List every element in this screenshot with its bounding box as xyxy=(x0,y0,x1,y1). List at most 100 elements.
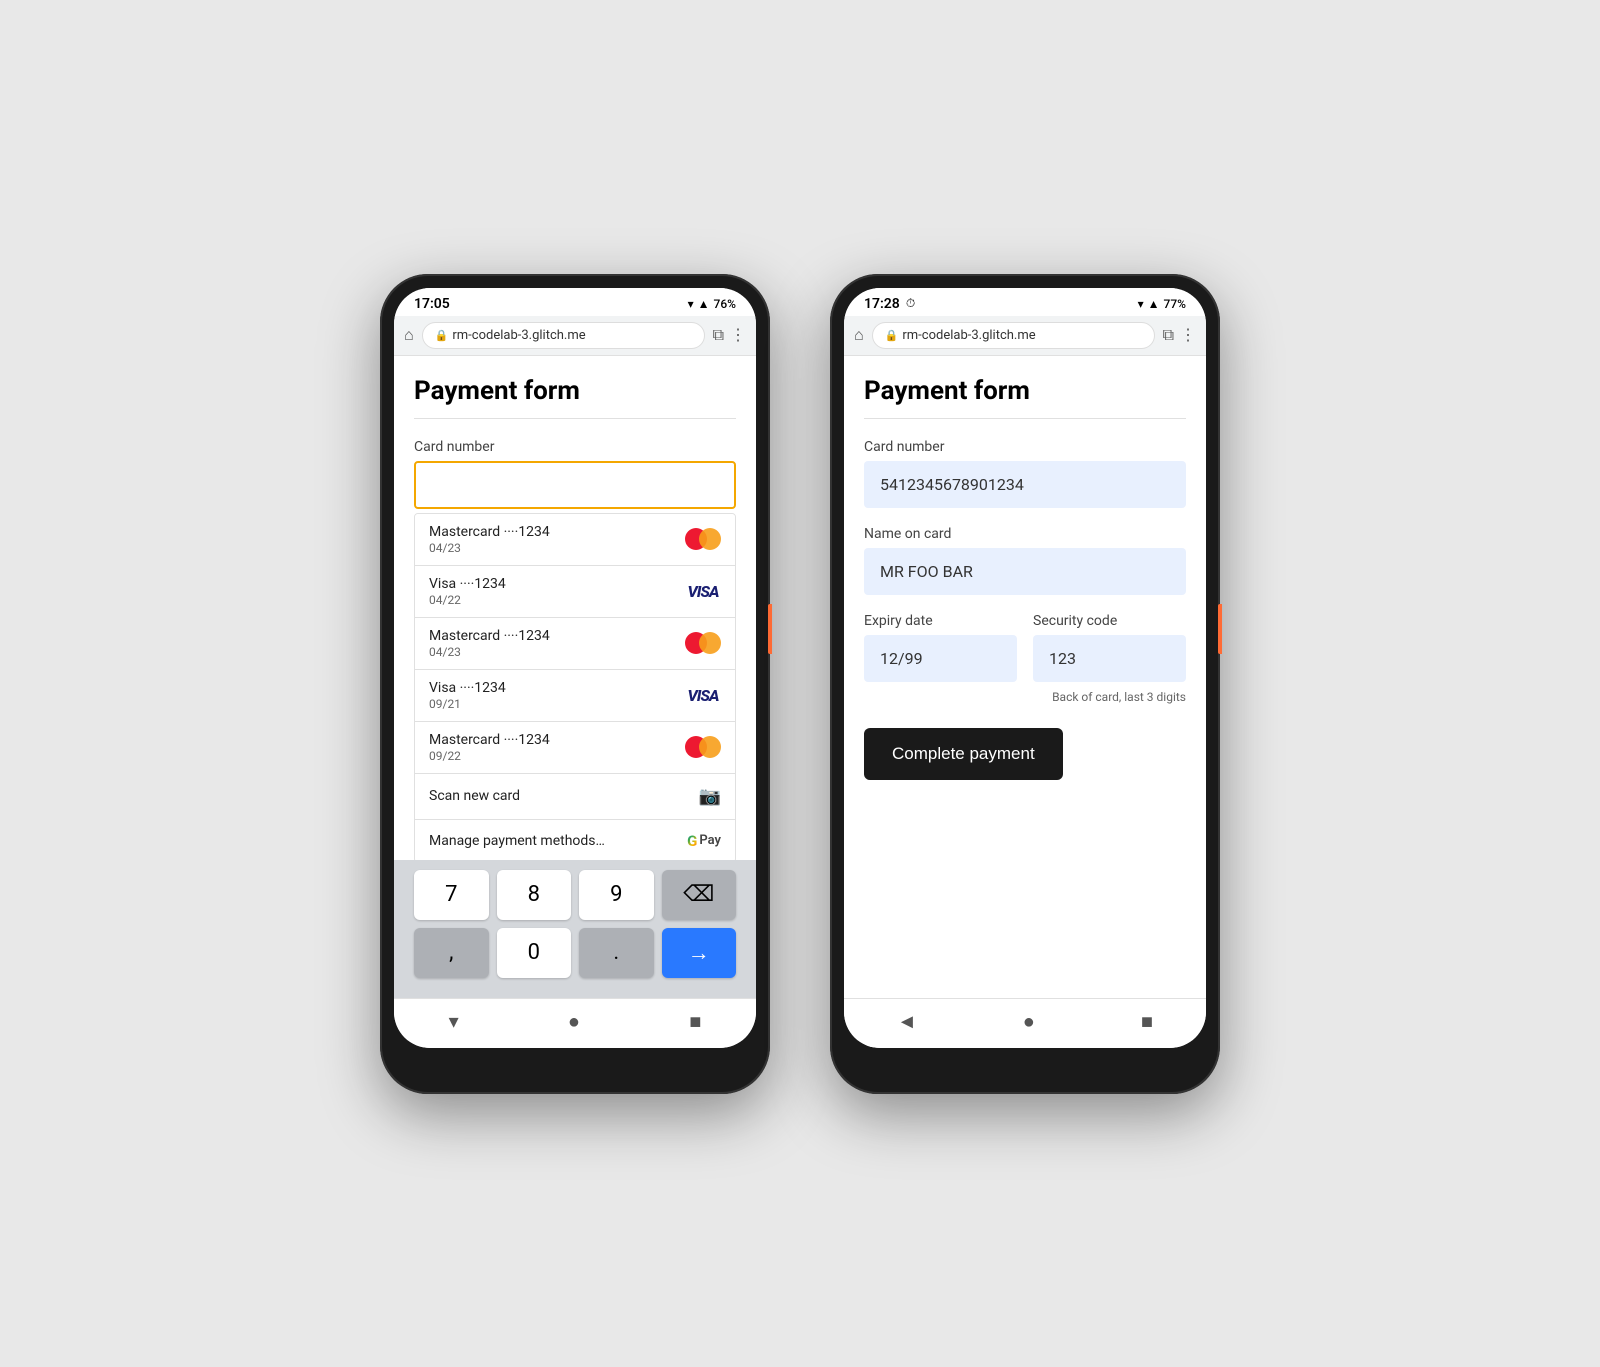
name-on-card-input[interactable]: MR FOO BAR xyxy=(864,548,1186,595)
left-card-number-label: Card number xyxy=(414,439,736,455)
mc-right-circle-3 xyxy=(699,736,721,758)
card-info-2: Visa ····1234 04/22 xyxy=(429,576,506,607)
expiry-input[interactable]: 12/99 xyxy=(864,635,1017,682)
numpad-period[interactable]: . xyxy=(579,928,654,978)
home-icon[interactable]: ⌂ xyxy=(404,325,414,345)
gpay-badge: G Pay xyxy=(687,832,721,850)
left-nav-bar: ▾ ● ■ xyxy=(394,998,756,1048)
visa-logo-2: VISA xyxy=(685,683,721,707)
card-name-1: Mastercard ····1234 xyxy=(429,524,550,540)
card-info-4: Visa ····1234 09/21 xyxy=(429,680,506,711)
numpad-8[interactable]: 8 xyxy=(497,870,572,920)
visa-logo-1: VISA xyxy=(685,579,721,603)
card-expiry-2: 04/22 xyxy=(429,593,506,607)
nav-back-icon[interactable]: ▾ xyxy=(449,1009,459,1033)
signal-icon-right: ▲ xyxy=(1148,297,1160,311)
right-phone-screen: 17:28 ⏱ ▾ ▲ 77% ⌂ 🔒 rm-codelab-3.glitch.… xyxy=(844,288,1206,1048)
nav-home-icon[interactable]: ● xyxy=(568,1009,580,1034)
mastercard-logo-3 xyxy=(685,736,721,758)
left-page-title: Payment form xyxy=(414,376,736,406)
right-nav-recents-icon[interactable]: ■ xyxy=(1141,1009,1153,1034)
card-expiry-3: 04/23 xyxy=(429,645,550,659)
card-name-2: Visa ····1234 xyxy=(429,576,506,592)
saved-card-item[interactable]: Visa ····1234 04/22 VISA xyxy=(415,566,735,618)
scan-new-card-item[interactable]: Scan new card 📷 xyxy=(415,774,735,820)
battery-right: 77% xyxy=(1164,297,1186,311)
right-card-number-label: Card number xyxy=(864,439,1186,455)
expiry-label: Expiry date xyxy=(864,613,1017,629)
numpad-7[interactable]: 7 xyxy=(414,870,489,920)
left-phone: 17:05 ▾ ▲ 76% ⌂ 🔒 rm-codelab-3.glitch.me… xyxy=(380,274,770,1094)
tab-switcher-icon[interactable]: ⧉ xyxy=(713,325,724,345)
right-nav-back-icon[interactable]: ◄ xyxy=(897,1009,917,1034)
numpad-9[interactable]: 9 xyxy=(579,870,654,920)
right-page-content: Payment form Card number 541234567890123… xyxy=(844,356,1206,998)
right-nav-home-icon[interactable]: ● xyxy=(1023,1009,1035,1034)
left-phone-wrapper: 17:05 ▾ ▲ 76% ⌂ 🔒 rm-codelab-3.glitch.me… xyxy=(380,274,770,1094)
signal-icon: ▲ xyxy=(698,297,710,311)
security-label: Security code xyxy=(1033,613,1186,629)
left-browser-actions: ⧉ ⋮ xyxy=(713,325,746,345)
saved-card-item[interactable]: Visa ····1234 09/21 VISA xyxy=(415,670,735,722)
right-phone: 17:28 ⏱ ▾ ▲ 77% ⌂ 🔒 rm-codelab-3.glitch.… xyxy=(830,274,1220,1094)
name-on-card-group: Name on card MR FOO BAR xyxy=(864,526,1186,595)
security-hint: Back of card, last 3 digits xyxy=(864,690,1186,704)
right-url-bar[interactable]: 🔒 rm-codelab-3.glitch.me xyxy=(872,322,1155,349)
left-url-bar[interactable]: 🔒 rm-codelab-3.glitch.me xyxy=(422,322,705,349)
right-home-icon[interactable]: ⌂ xyxy=(854,325,864,345)
mc-right-circle xyxy=(699,528,721,550)
alarm-icon: ⏱ xyxy=(906,296,915,311)
card-info-3: Mastercard ····1234 04/23 xyxy=(429,628,550,659)
name-on-card-label: Name on card xyxy=(864,526,1186,542)
right-card-number-input[interactable]: 5412345678901234 xyxy=(864,461,1186,508)
left-phone-screen: 17:05 ▾ ▲ 76% ⌂ 🔒 rm-codelab-3.glitch.me… xyxy=(394,288,756,1048)
camera-icon: 📷 xyxy=(699,786,721,807)
left-status-icons: ▾ ▲ 76% xyxy=(688,297,736,311)
numpad-0[interactable]: 0 xyxy=(497,928,572,978)
gpay-pay-text: Pay xyxy=(699,833,721,848)
gpay-g-icon: G xyxy=(687,832,697,850)
right-more-icon[interactable]: ⋮ xyxy=(1180,325,1196,345)
card-info-1: Mastercard ····1234 04/23 xyxy=(429,524,550,555)
scan-card-label: Scan new card xyxy=(429,788,520,804)
lock-icon: 🔒 xyxy=(435,329,449,342)
orange-tab-right xyxy=(1218,604,1222,654)
right-browser-actions: ⧉ ⋮ xyxy=(1163,325,1196,345)
left-card-input[interactable] xyxy=(414,461,736,509)
right-divider xyxy=(864,418,1186,419)
right-lock-icon: 🔒 xyxy=(885,329,899,342)
security-input[interactable]: 123 xyxy=(1033,635,1186,682)
right-status-bar: 17:28 ⏱ ▾ ▲ 77% xyxy=(844,288,1206,316)
numpad-backspace[interactable]: ⌫ xyxy=(662,870,737,920)
more-icon[interactable]: ⋮ xyxy=(730,325,746,345)
wifi-icon: ▾ xyxy=(688,297,694,311)
manage-label: Manage payment methods… xyxy=(429,833,605,849)
manage-payment-item[interactable]: Manage payment methods… G Pay xyxy=(415,820,735,860)
right-status-left: 17:28 ⏱ xyxy=(864,296,915,312)
expiry-group: Expiry date 12/99 xyxy=(864,613,1017,682)
card-info-5: Mastercard ····1234 09/22 xyxy=(429,732,550,763)
right-status-icons: ▾ ▲ 77% xyxy=(1138,297,1186,311)
right-browser-bar: ⌂ 🔒 rm-codelab-3.glitch.me ⧉ ⋮ xyxy=(844,316,1206,356)
saved-card-item[interactable]: Mastercard ····1234 09/22 xyxy=(415,722,735,774)
nav-recents-icon[interactable]: ■ xyxy=(689,1009,701,1034)
left-status-bar: 17:05 ▾ ▲ 76% xyxy=(394,288,756,316)
numpad-next[interactable]: → xyxy=(662,928,737,978)
left-time: 17:05 xyxy=(414,296,450,312)
left-url-text: rm-codelab-3.glitch.me xyxy=(452,328,585,343)
battery-left: 76% xyxy=(714,297,736,311)
complete-payment-button[interactable]: Complete payment xyxy=(864,728,1063,780)
saved-cards-dropdown: Mastercard ····1234 04/23 Visa ····1234 … xyxy=(414,513,736,860)
security-group: Security code 123 xyxy=(1033,613,1186,682)
saved-card-item[interactable]: Mastercard ····1234 04/23 xyxy=(415,618,735,670)
wifi-icon-right: ▾ xyxy=(1138,297,1144,311)
numpad-comma[interactable]: , xyxy=(414,928,489,978)
card-name-4: Visa ····1234 xyxy=(429,680,506,696)
right-time: 17:28 xyxy=(864,296,900,312)
mastercard-logo-2 xyxy=(685,632,721,654)
right-phone-wrapper: 17:28 ⏱ ▾ ▲ 77% ⌂ 🔒 rm-codelab-3.glitch.… xyxy=(830,274,1220,1094)
right-tab-switcher-icon[interactable]: ⧉ xyxy=(1163,325,1174,345)
left-browser-bar: ⌂ 🔒 rm-codelab-3.glitch.me ⧉ ⋮ xyxy=(394,316,756,356)
saved-card-item[interactable]: Mastercard ····1234 04/23 xyxy=(415,514,735,566)
orange-tab-left xyxy=(768,604,772,654)
